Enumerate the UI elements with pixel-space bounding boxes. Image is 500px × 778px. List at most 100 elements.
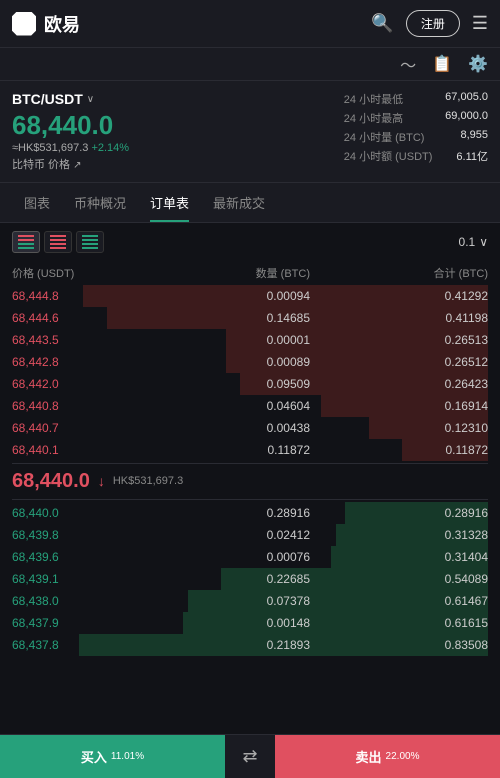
precision-selector[interactable]: 0.1 ∨ xyxy=(459,235,488,249)
bid-row[interactable]: 68,437.8 0.21893 0.83508 xyxy=(12,634,488,656)
bid-total: 0.83508 xyxy=(388,638,488,652)
ask-row[interactable]: 68,440.1 0.11872 0.11872 xyxy=(12,439,488,461)
tab-overview[interactable]: 币种概况 xyxy=(62,183,138,222)
bid-price: 68,440.0 xyxy=(12,506,112,520)
menu-icon[interactable]: ☰ xyxy=(472,13,488,34)
settings-icon[interactable]: ⚙️ xyxy=(468,54,488,74)
ask-price: 68,444.6 xyxy=(12,311,112,325)
last-trade-arrow-icon: ↓ xyxy=(98,473,105,489)
price-left: BTC/USDT ∨ 68,440.0 ≈HK$531,697.3 +2.14%… xyxy=(12,91,129,172)
stat-label: 24 小时量 (BTC) xyxy=(344,129,425,145)
bid-amount: 0.21893 xyxy=(190,638,310,652)
hk-price: ≈HK$531,697.3 +2.14% xyxy=(12,142,129,154)
ask-row[interactable]: 68,442.8 0.00089 0.26512 xyxy=(12,351,488,373)
tab-chart[interactable]: 图表 xyxy=(12,183,62,222)
bid-row[interactable]: 68,440.0 0.28916 0.28916 xyxy=(12,502,488,524)
bid-total: 0.61615 xyxy=(388,616,488,630)
view-asks-icon[interactable] xyxy=(44,231,72,253)
ask-row[interactable]: 68,444.6 0.14685 0.41198 xyxy=(12,307,488,329)
ask-price: 68,442.0 xyxy=(12,377,112,391)
ask-row[interactable]: 68,440.8 0.04604 0.16914 xyxy=(12,395,488,417)
ask-price: 68,443.5 xyxy=(12,333,112,347)
ask-total: 0.16914 xyxy=(388,399,488,413)
ask-price: 68,440.8 xyxy=(12,399,112,413)
swap-icon[interactable]: ⇄ xyxy=(225,735,275,778)
stat-row: 24 小时额 (USDT)6.11亿 xyxy=(344,148,488,164)
bid-row[interactable]: 68,437.9 0.00148 0.61615 xyxy=(12,612,488,634)
pair-name: BTC/USDT xyxy=(12,91,83,107)
view-bids-icon[interactable] xyxy=(76,231,104,253)
col-amount-header: 数量 (BTC) xyxy=(190,265,310,281)
last-trade-row: 68,440.0 ↓ HK$531,697.3 xyxy=(12,463,488,500)
buy-pct: 11.01% xyxy=(111,751,144,762)
bid-amount: 0.28916 xyxy=(190,506,310,520)
bid-price: 68,439.1 xyxy=(12,572,112,586)
bid-row[interactable]: 68,439.6 0.00076 0.31404 xyxy=(12,546,488,568)
bid-amount: 0.02412 xyxy=(190,528,310,542)
ask-amount: 0.04604 xyxy=(190,399,310,413)
bid-amount: 0.00148 xyxy=(190,616,310,630)
header: 欧易 🔍 注册 ☰ xyxy=(0,0,500,48)
ask-total: 0.41292 xyxy=(388,289,488,303)
ask-amount: 0.00001 xyxy=(190,333,310,347)
ask-total: 0.11872 xyxy=(388,443,488,457)
chart-wave-icon[interactable]: 〜 xyxy=(400,52,416,76)
ask-row[interactable]: 68,443.5 0.00001 0.26513 xyxy=(12,329,488,351)
ask-amount: 0.00438 xyxy=(190,421,310,435)
logo-text: 欧易 xyxy=(44,11,80,37)
stat-value: 69,000.0 xyxy=(445,110,488,126)
logo: 欧易 xyxy=(12,11,80,37)
tabs: 图表币种概况订单表最新成交 xyxy=(0,183,500,223)
bid-price: 68,438.0 xyxy=(12,594,112,608)
ask-row[interactable]: 68,440.7 0.00438 0.12310 xyxy=(12,417,488,439)
buy-button[interactable]: 买入 11.01% xyxy=(0,735,225,778)
stat-row: 24 小时最高69,000.0 xyxy=(344,110,488,126)
column-headers: 价格 (USDT) 数量 (BTC) 合计 (BTC) xyxy=(12,261,488,285)
ask-total: 0.26512 xyxy=(388,355,488,369)
ask-total: 0.41198 xyxy=(388,311,488,325)
price-stats: 24 小时最低67,005.024 小时最高69,000.024 小时量 (BT… xyxy=(344,91,488,172)
view-icons xyxy=(12,231,104,253)
tab-trades[interactable]: 最新成交 xyxy=(201,183,277,222)
price-section: BTC/USDT ∨ 68,440.0 ≈HK$531,697.3 +2.14%… xyxy=(0,81,500,183)
sell-button[interactable]: 卖出 22.00% xyxy=(275,735,500,778)
coin-name: 比特币 价格 ↗ xyxy=(12,156,129,172)
col-price-header: 价格 (USDT) xyxy=(12,265,112,281)
sell-pct: 22.00% xyxy=(386,751,420,762)
sub-header: 〜 📋 ⚙️ xyxy=(0,48,500,81)
stat-label: 24 小时额 (USDT) xyxy=(344,148,433,164)
bid-row[interactable]: 68,438.0 0.07378 0.61467 xyxy=(12,590,488,612)
stat-value: 8,955 xyxy=(460,129,488,145)
bid-amount: 0.07378 xyxy=(190,594,310,608)
hk-price-value: ≈HK$531,697.3 xyxy=(12,142,88,154)
precision-value: 0.1 xyxy=(459,235,476,249)
ask-amount: 0.09509 xyxy=(190,377,310,391)
ask-amount: 0.00094 xyxy=(190,289,310,303)
orderbook-toolbar: 0.1 ∨ xyxy=(12,231,488,253)
bid-amount: 0.22685 xyxy=(190,572,310,586)
bid-row[interactable]: 68,439.8 0.02412 0.31328 xyxy=(12,524,488,546)
ask-amount: 0.11872 xyxy=(190,443,310,457)
ask-amount: 0.14685 xyxy=(190,311,310,325)
ask-row[interactable]: 68,444.8 0.00094 0.41292 xyxy=(12,285,488,307)
bid-row[interactable]: 68,439.1 0.22685 0.54089 xyxy=(12,568,488,590)
col-total-header: 合计 (BTC) xyxy=(388,265,488,281)
main-price: 68,440.0 xyxy=(12,111,129,140)
bid-price: 68,437.8 xyxy=(12,638,112,652)
ask-row[interactable]: 68,442.0 0.09509 0.26423 xyxy=(12,373,488,395)
ask-amount: 0.00089 xyxy=(190,355,310,369)
register-button[interactable]: 注册 xyxy=(406,10,460,37)
ask-total: 0.26513 xyxy=(388,333,488,347)
external-link-icon[interactable]: ↗ xyxy=(73,160,81,171)
view-both-icon[interactable] xyxy=(12,231,40,253)
bid-total: 0.31404 xyxy=(388,550,488,564)
orderbook: 0.1 ∨ 价格 (USDT) 数量 (BTC) 合计 (BTC) 68,444… xyxy=(0,223,500,656)
bid-total: 0.31328 xyxy=(388,528,488,542)
news-icon[interactable]: 📋 xyxy=(432,54,452,74)
bid-total: 0.54089 xyxy=(388,572,488,586)
pair-dropdown-icon[interactable]: ∨ xyxy=(87,94,94,105)
stat-value: 67,005.0 xyxy=(445,91,488,107)
ask-total: 0.26423 xyxy=(388,377,488,391)
search-icon[interactable]: 🔍 xyxy=(371,13,393,34)
tab-orderbook[interactable]: 订单表 xyxy=(138,183,201,222)
